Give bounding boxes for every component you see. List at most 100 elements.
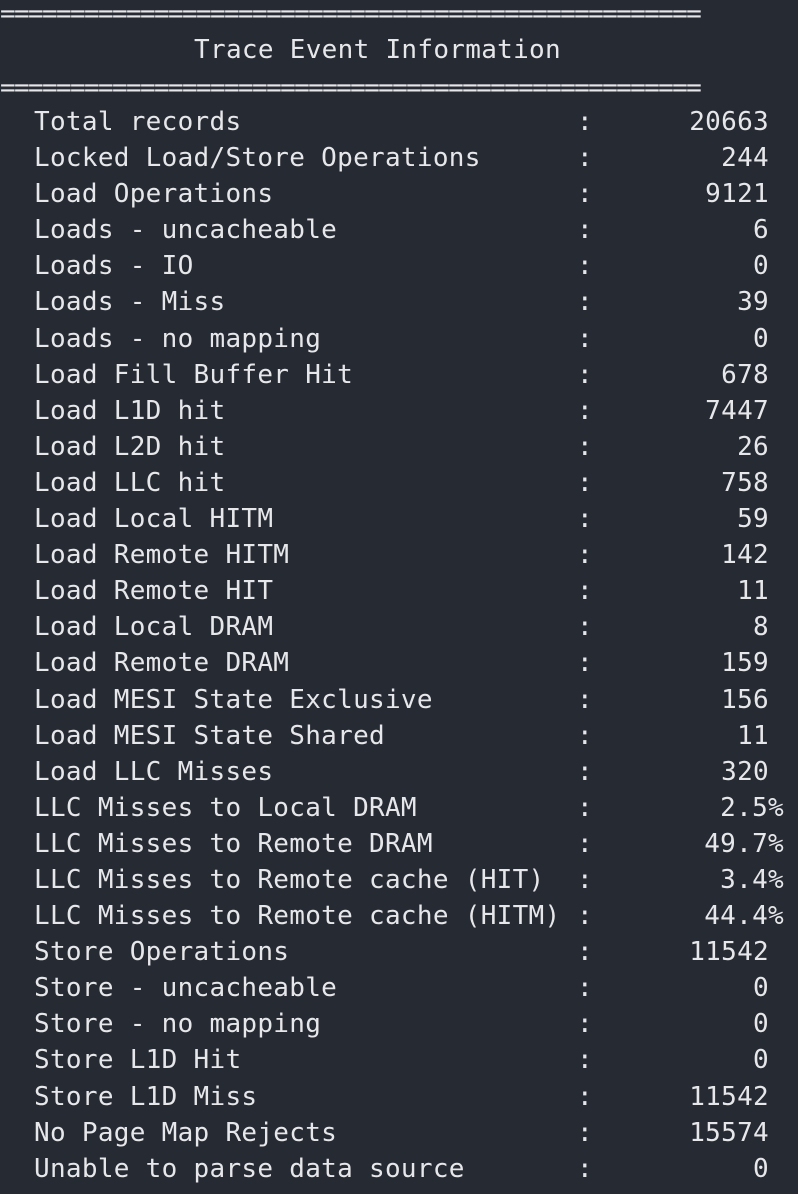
stat-value: 758 (721, 467, 769, 498)
stat-label: LLC Misses to Remote DRAM (34, 828, 433, 859)
stat-label: Store - uncacheable (34, 973, 338, 1004)
stat-label: LLC Misses to Local DRAM (34, 792, 417, 823)
stat-value: 44.4% (704, 901, 784, 932)
stat-separator: : (577, 756, 593, 787)
stat-label: LLC Misses to Remote cache (HIT) (34, 864, 545, 895)
stat-label: Store L1D Hit (34, 1045, 242, 1076)
stat-label: Load LLC Misses (34, 756, 274, 787)
stat-value: 678 (721, 359, 769, 390)
stat-label: Unable to parse data source (34, 1153, 465, 1184)
list-item: Loads - IO: 0 (0, 248, 798, 284)
list-item: Loads - uncacheable: 6 (0, 212, 798, 248)
stat-value: 320 (721, 756, 769, 787)
stat-label: Store - no mapping (34, 1009, 322, 1040)
stat-separator: : (577, 973, 593, 1004)
stat-value: 39 (737, 287, 769, 318)
stat-separator: : (577, 359, 593, 390)
stat-separator: : (577, 864, 593, 895)
stat-value: 159 (721, 648, 769, 679)
stat-value: 11542 (689, 937, 769, 968)
stat-label: Store L1D Miss (34, 1081, 258, 1112)
stat-value: 20663 (689, 107, 769, 137)
list-item: Store - uncacheable: 0 (0, 970, 798, 1006)
stat-value: 0 (753, 323, 769, 354)
stat-value: 8 (753, 612, 769, 643)
stat-value: 244 (721, 143, 769, 174)
stat-separator: : (577, 467, 593, 498)
stat-separator: : (577, 901, 593, 932)
stat-separator: : (577, 504, 593, 535)
stat-separator: : (577, 684, 593, 715)
stat-value: 6 (753, 215, 769, 246)
stat-value: 9121 (705, 179, 769, 210)
stat-separator: : (577, 540, 593, 571)
stat-separator: : (577, 720, 593, 751)
stat-separator: : (577, 431, 593, 462)
stats-list: Total records:20663 Locked Load/Store Ope… (0, 104, 798, 1187)
stat-label: Load L1D hit (34, 395, 226, 426)
list-item: LLC Misses to Local DRAM: 2.5% (0, 790, 798, 826)
stat-value: 11542 (689, 1081, 769, 1112)
list-item: Locked Load/Store Operations: 244 (0, 140, 798, 176)
list-item: Load MESI State Exclusive: 156 (0, 682, 798, 718)
stat-label: Loads - Miss (34, 287, 226, 318)
list-item: Load Local DRAM: 8 (0, 609, 798, 645)
stat-label: No Page Map Rejects (34, 1117, 338, 1148)
list-item: Loads - Miss: 39 (0, 284, 798, 320)
stat-value: 0 (753, 251, 769, 282)
list-item: LLC Misses to Remote cache (HITM): 44.4% (0, 898, 798, 934)
stat-label: Load Fill Buffer Hit (34, 359, 354, 390)
stat-separator: : (577, 287, 593, 318)
stat-separator: : (577, 612, 593, 643)
stat-value: 156 (721, 684, 769, 715)
list-item: LLC Misses to Remote DRAM: 49.7% (0, 826, 798, 862)
list-item: Load Remote HIT: 11 (0, 573, 798, 609)
stat-label: Load Remote HIT (34, 576, 274, 607)
stat-label: Store Operations (34, 937, 290, 968)
stat-separator: : (577, 1009, 593, 1040)
stat-separator: : (577, 792, 593, 823)
list-item: LLC Misses to Remote cache (HIT): 3.4% (0, 862, 798, 898)
page-title: Trace Event Information (194, 35, 561, 65)
stat-label: Load Remote HITM (34, 540, 290, 571)
stat-separator: : (577, 251, 593, 282)
list-item: Load L1D hit: 7447 (0, 393, 798, 429)
stat-separator: : (577, 107, 593, 137)
list-item: Store L1D Hit: 0 (0, 1042, 798, 1078)
stat-value: 59 (737, 504, 769, 535)
stat-value: 49.7% (704, 828, 784, 859)
stat-label: Load Local DRAM (34, 612, 274, 643)
stat-value: 0 (753, 1045, 769, 1076)
stat-label: Loads - IO (34, 251, 194, 282)
stat-label: Load L2D hit (34, 431, 226, 462)
stat-separator: : (577, 395, 593, 426)
stat-separator: : (577, 1153, 593, 1184)
list-item: Load MESI State Shared: 11 (0, 718, 798, 754)
list-item: Load Operations: 9121 (0, 176, 798, 212)
stat-value: 142 (721, 540, 769, 571)
stat-separator: : (577, 1045, 593, 1076)
list-item: Load Local HITM: 59 (0, 501, 798, 537)
stat-value: 3.4% (720, 864, 784, 895)
top-rule: ========================================… (0, 4, 702, 24)
list-item: Load L2D hit: 26 (0, 429, 798, 465)
list-item: Store L1D Miss: 11542 (0, 1079, 798, 1115)
stat-label: Load Operations (34, 179, 274, 210)
stat-separator: : (577, 828, 593, 859)
stat-label: Load MESI State Exclusive (34, 684, 433, 715)
list-item: Total records: 20663 (0, 104, 798, 140)
stat-value: 15574 (689, 1117, 769, 1148)
list-item: Load Fill Buffer Hit: 678 (0, 357, 798, 393)
stat-value: 0 (753, 1153, 769, 1184)
stat-separator: : (577, 648, 593, 679)
stat-value: 7447 (705, 395, 769, 426)
stat-value: 11 (737, 720, 769, 751)
stat-value: 2.5% (720, 792, 784, 823)
stat-separator: : (577, 323, 593, 354)
stat-label: LLC Misses to Remote cache (HITM) (34, 901, 561, 932)
list-item: Store - no mapping: 0 (0, 1006, 798, 1042)
stat-value: 11 (737, 576, 769, 607)
terminal-window[interactable]: ========================================… (0, 0, 798, 1194)
list-item: Load Remote DRAM: 159 (0, 645, 798, 681)
stat-separator: : (577, 937, 593, 968)
